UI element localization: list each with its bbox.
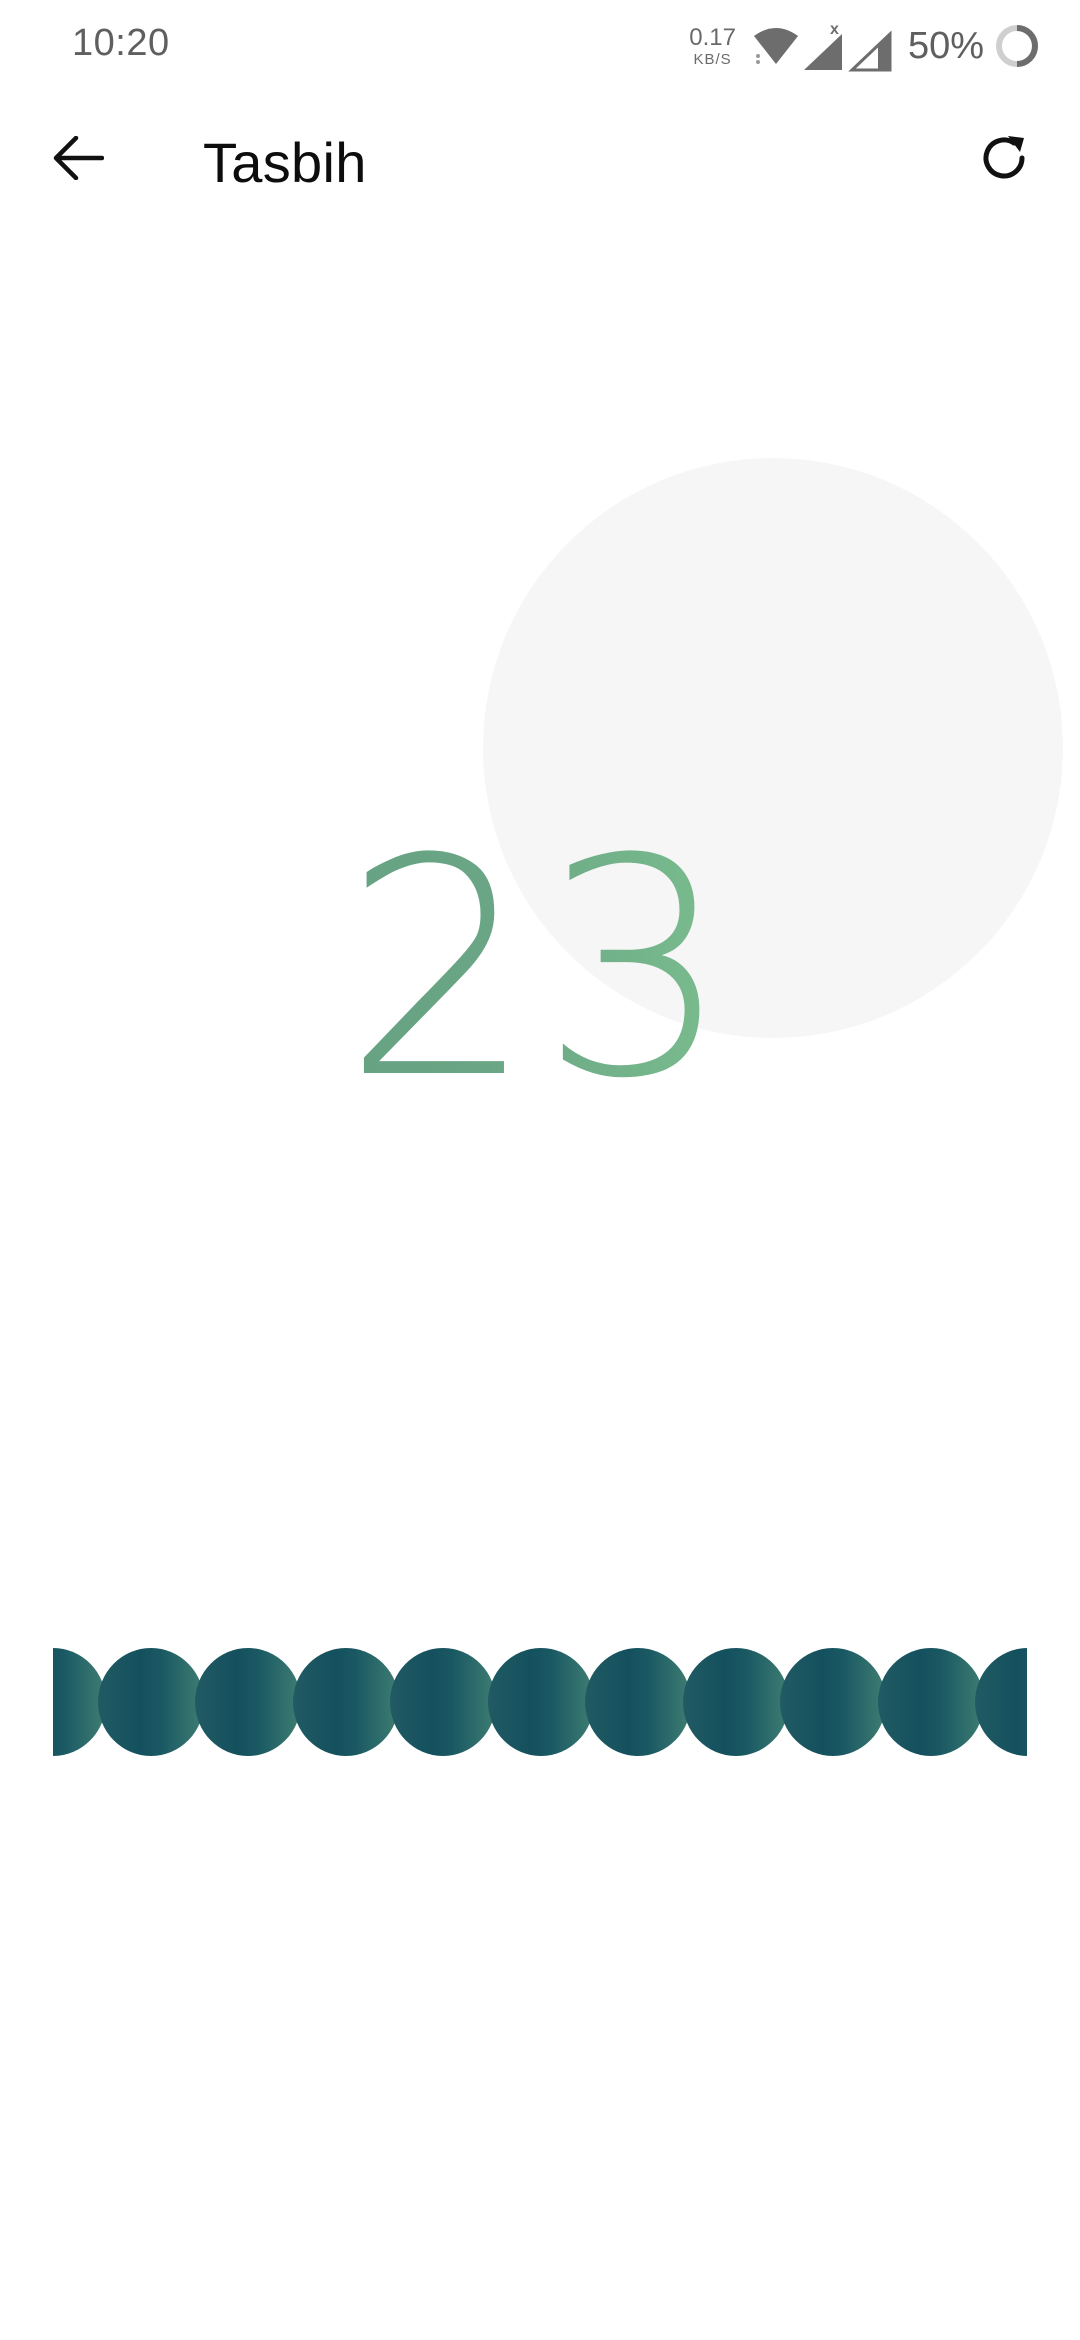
- arrow-left-icon: [52, 135, 105, 185]
- counter-value: 23: [0, 820, 1080, 1120]
- bead-icon: [682, 1648, 789, 1756]
- battery-ring-icon: [994, 23, 1040, 69]
- network-speed-unit: KB/S: [693, 50, 732, 68]
- bead-icon: [292, 1648, 399, 1756]
- bead-icon: [487, 1648, 594, 1756]
- bead-icon: [195, 1648, 301, 1756]
- app-bar: Tasbih: [0, 110, 1080, 210]
- refresh-icon: [978, 132, 1030, 189]
- bead-strip[interactable]: [53, 1648, 1027, 1758]
- signal-icon: x: [800, 20, 848, 72]
- page-title: Tasbih: [203, 131, 367, 194]
- status-icons: 0.17 KB/S x 50%: [689, 18, 1040, 74]
- reset-button[interactable]: [968, 126, 1040, 194]
- signal-icon-2: [848, 20, 896, 72]
- bead-icon: [390, 1648, 496, 1756]
- bead-icon: [877, 1648, 984, 1756]
- network-speed-value: 0.17: [689, 23, 736, 51]
- bead-icon: [585, 1648, 691, 1756]
- bead-icon: [975, 1648, 1027, 1756]
- bead-icon: [780, 1648, 886, 1756]
- wifi-icon: [752, 26, 800, 66]
- network-speed: 0.17 KB/S: [689, 23, 736, 68]
- status-bar: 10:20 0.17 KB/S x 50%: [0, 0, 1080, 92]
- battery-percent: 50%: [907, 24, 984, 67]
- svg-text:x: x: [830, 21, 839, 38]
- bead-icon: [97, 1648, 204, 1756]
- status-time: 10:20: [72, 22, 170, 64]
- back-button[interactable]: [40, 128, 116, 192]
